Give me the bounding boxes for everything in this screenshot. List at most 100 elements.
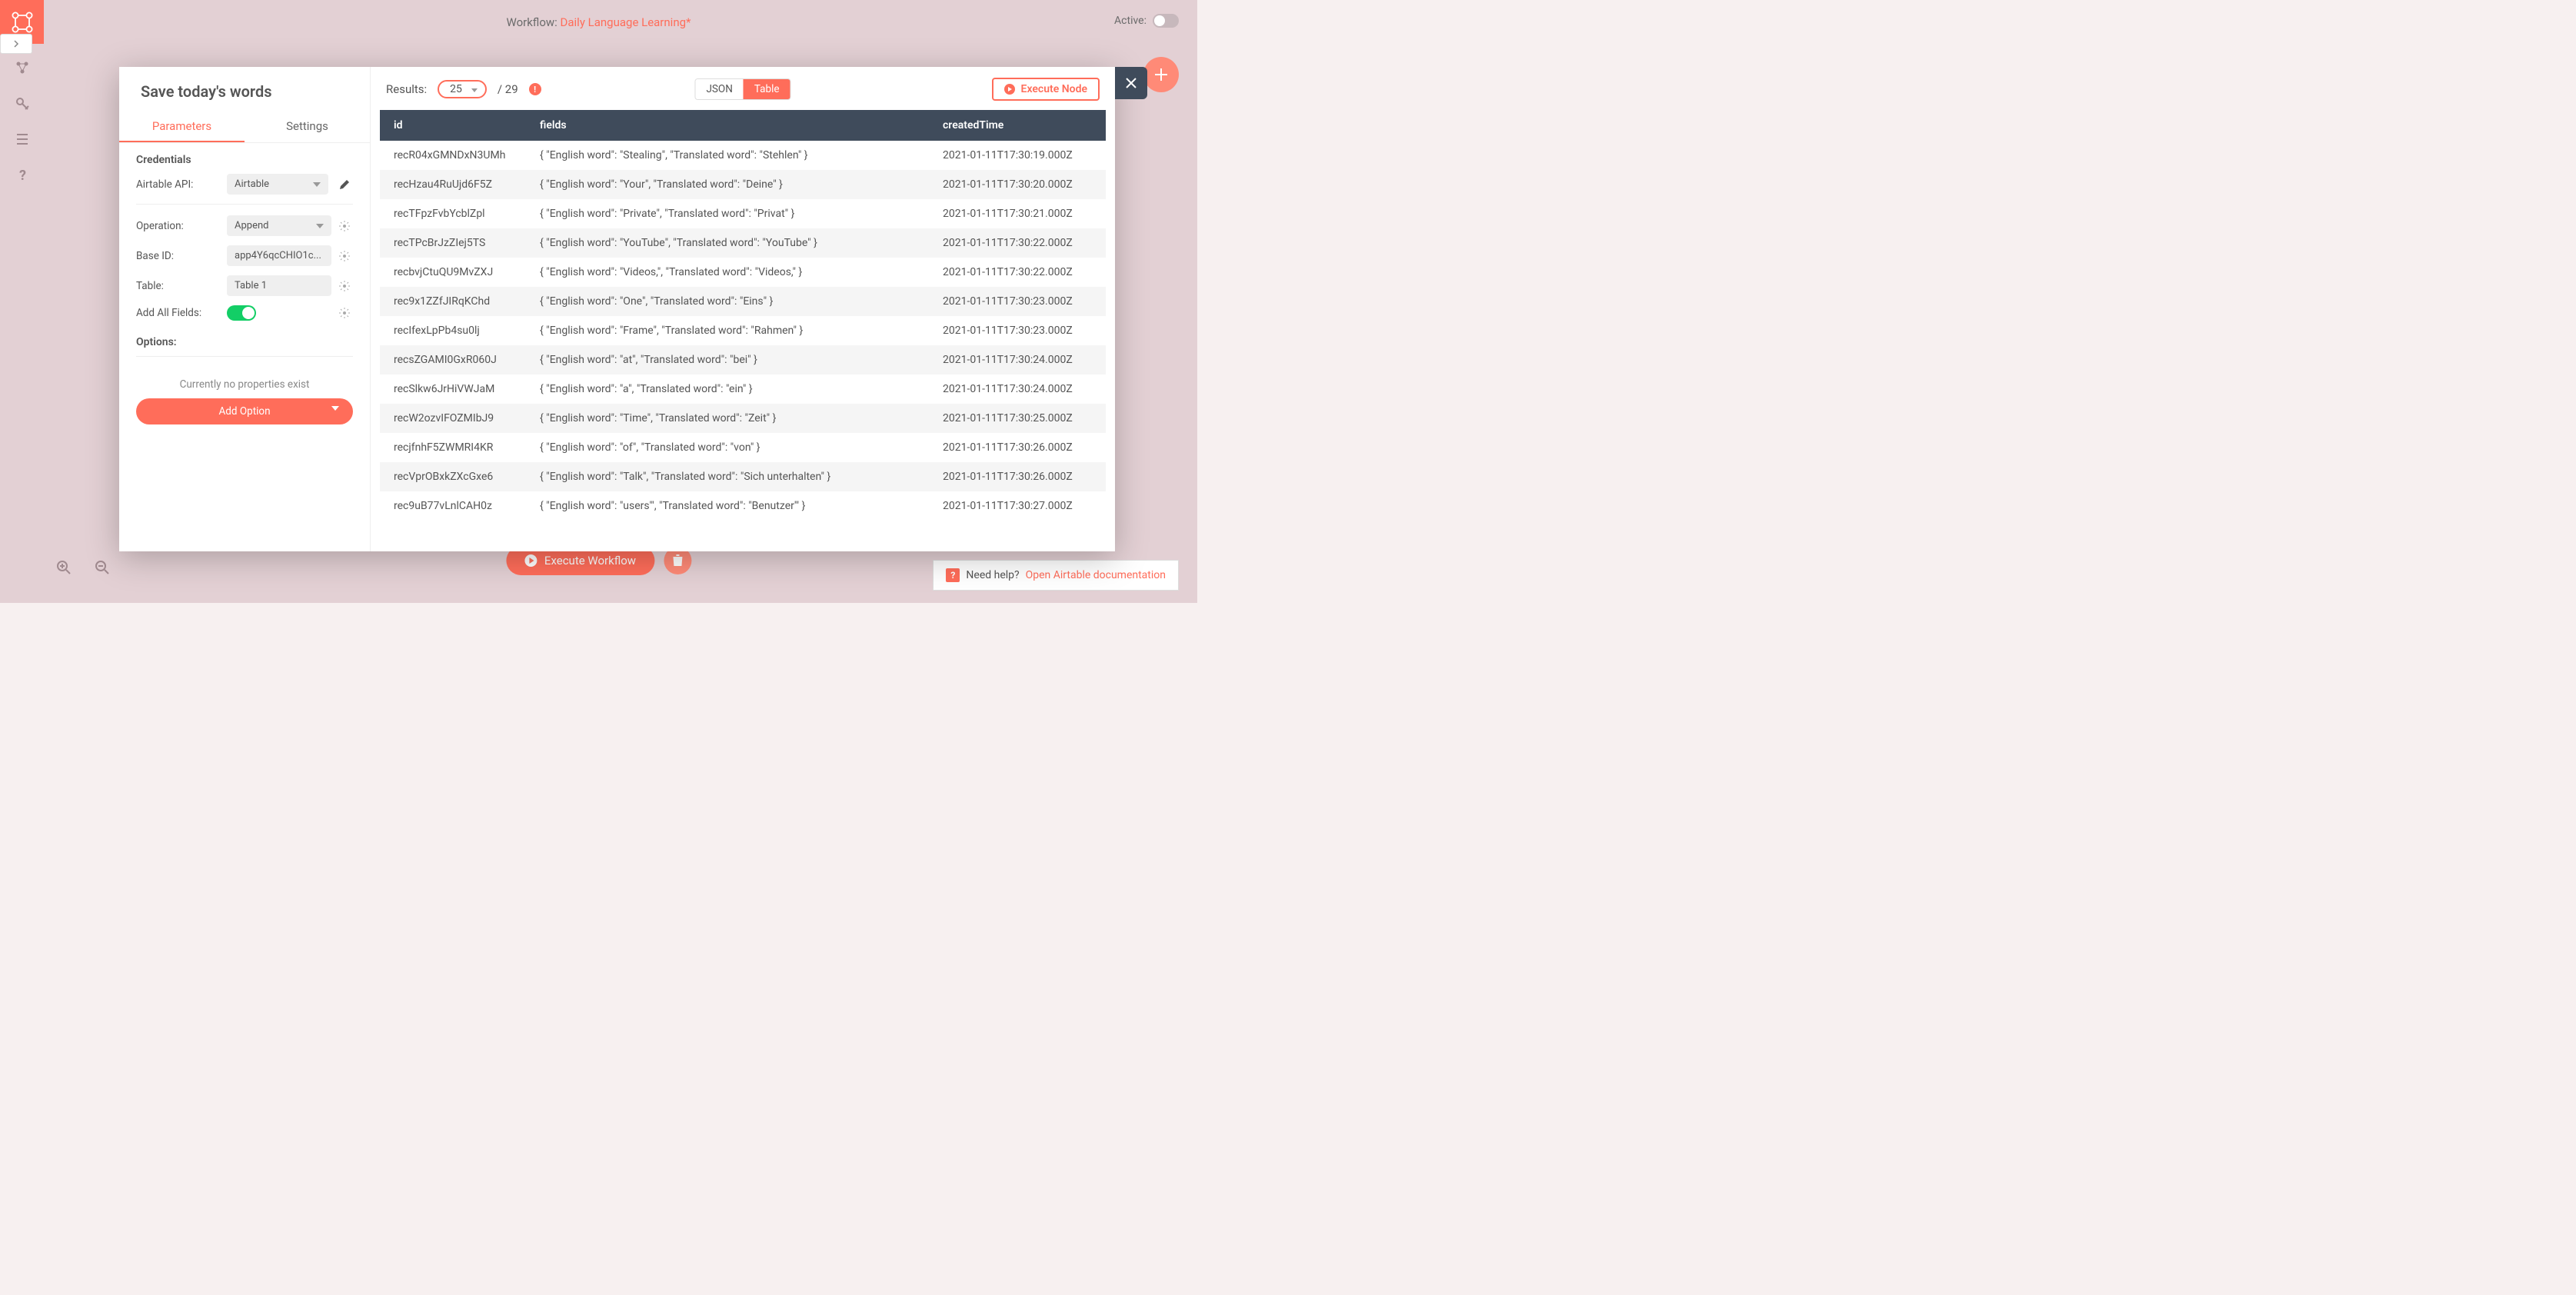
table-row[interactable]: recsZGAMI0GxR060J{ "English word": "at",… bbox=[380, 345, 1106, 375]
cell-fields: { "English word": "Stealing", "Translate… bbox=[526, 141, 929, 170]
col-header-fields: fields bbox=[526, 110, 929, 141]
zoom-out-icon[interactable] bbox=[95, 560, 110, 575]
cell-id: rec9uB77vLnlCAH0z bbox=[380, 491, 526, 521]
cell-created: 2021-01-11T17:30:22.000Z bbox=[929, 258, 1106, 287]
credentials-icon[interactable] bbox=[15, 97, 29, 111]
results-table: id fields createdTime recR04xGMNDxN3UMh{… bbox=[380, 110, 1106, 521]
cell-fields: { "English word": "Videos,", "Translated… bbox=[526, 258, 929, 287]
base-id-gear-icon[interactable] bbox=[339, 251, 353, 261]
executions-icon[interactable] bbox=[15, 132, 29, 146]
base-id-row: Base ID: app4Y6qcCHIO1c... bbox=[136, 245, 353, 266]
results-bar: Results: 25 / 29 ! JSON Table Execute No… bbox=[371, 67, 1115, 110]
help-callout: ? Need help? Open Airtable documentation bbox=[933, 560, 1179, 591]
results-table-wrap[interactable]: id fields createdTime recR04xGMNDxN3UMh{… bbox=[371, 110, 1115, 551]
cell-fields: { "English word": "of", "Translated word… bbox=[526, 433, 929, 462]
operation-label: Operation: bbox=[136, 220, 219, 232]
separator bbox=[136, 204, 353, 205]
cell-id: recTFpzFvbYcblZpl bbox=[380, 199, 526, 228]
table-row[interactable]: recR04xGMNDxN3UMh{ "English word": "Stea… bbox=[380, 141, 1106, 170]
help-text: Need help? bbox=[966, 569, 1019, 581]
results-count-select[interactable]: 25 bbox=[438, 80, 487, 98]
airtable-api-select[interactable]: Airtable bbox=[227, 174, 328, 195]
table-row[interactable]: recjfnhF5ZWMRI4KR{ "English word": "of",… bbox=[380, 433, 1106, 462]
cell-fields: { "English word": "One", "Translated wor… bbox=[526, 287, 929, 316]
separator bbox=[136, 356, 353, 357]
table-value: Table 1 bbox=[235, 280, 267, 291]
table-row[interactable]: recbvjCtuQU9MvZXJ{ "English word": "Vide… bbox=[380, 258, 1106, 287]
table-row[interactable]: rec9uB77vLnlCAH0z{ "English word": "user… bbox=[380, 491, 1106, 521]
table-row[interactable]: recVprOBxkZXcGxe6{ "English word": "Talk… bbox=[380, 462, 1106, 491]
results-label: Results: bbox=[386, 82, 427, 96]
cell-fields: { "English word": "at", "Translated word… bbox=[526, 345, 929, 375]
execute-node-button[interactable]: Execute Node bbox=[992, 78, 1100, 101]
edit-credential-icon[interactable] bbox=[339, 179, 353, 190]
top-bar: Workflow: Daily Language Learning* bbox=[0, 0, 1197, 44]
active-toggle-group: Active: bbox=[1114, 14, 1179, 28]
cell-fields: { "English word": "Frame", "Translated w… bbox=[526, 316, 929, 345]
col-header-created: createdTime bbox=[929, 110, 1106, 141]
cell-created: 2021-01-11T17:30:23.000Z bbox=[929, 287, 1106, 316]
workflow-title: Workflow: Daily Language Learning* bbox=[506, 15, 691, 29]
workflows-icon[interactable] bbox=[15, 60, 30, 75]
help-link[interactable]: Open Airtable documentation bbox=[1026, 569, 1166, 581]
table-row[interactable]: recHzau4RuUjd6F5Z{ "English word": "Your… bbox=[380, 170, 1106, 199]
table-row[interactable]: recTFpzFvbYcblZpl{ "English word": "Priv… bbox=[380, 199, 1106, 228]
credentials-heading: Credentials bbox=[136, 154, 353, 166]
operation-value: Append bbox=[235, 220, 268, 231]
airtable-api-value: Airtable bbox=[235, 178, 269, 190]
base-id-value: app4Y6qcCHIO1c... bbox=[235, 250, 321, 261]
add-option-button[interactable]: Add Option bbox=[136, 398, 353, 424]
cell-created: 2021-01-11T17:30:24.000Z bbox=[929, 375, 1106, 404]
add-all-fields-toggle[interactable] bbox=[227, 305, 256, 321]
add-all-fields-row: Add All Fields: bbox=[136, 305, 353, 321]
table-row[interactable]: recW2ozvIFOZMIbJ9{ "English word": "Time… bbox=[380, 404, 1106, 433]
cell-id: recSlkw6JrHiVWJaM bbox=[380, 375, 526, 404]
workflow-name[interactable]: Daily Language Learning* bbox=[561, 15, 691, 29]
execute-workflow-label: Execute Workflow bbox=[544, 554, 636, 568]
cell-id: recVprOBxkZXcGxe6 bbox=[380, 462, 526, 491]
table-row[interactable]: recIfexLpPb4su0lj{ "English word": "Fram… bbox=[380, 316, 1106, 345]
cell-id: recbvjCtuQU9MvZXJ bbox=[380, 258, 526, 287]
cell-created: 2021-01-11T17:30:26.000Z bbox=[929, 433, 1106, 462]
cell-created: 2021-01-11T17:30:21.000Z bbox=[929, 199, 1106, 228]
add-node-button[interactable] bbox=[1143, 57, 1179, 92]
tab-settings[interactable]: Settings bbox=[245, 112, 370, 142]
cell-fields: { "English word": "Time", "Translated wo… bbox=[526, 404, 929, 433]
operation-gear-icon[interactable] bbox=[339, 221, 353, 231]
add-all-fields-gear-icon[interactable] bbox=[339, 308, 353, 318]
cell-created: 2021-01-11T17:30:22.000Z bbox=[929, 228, 1106, 258]
cell-id: recHzau4RuUjd6F5Z bbox=[380, 170, 526, 199]
help-icon[interactable]: ? bbox=[16, 168, 28, 183]
cell-created: 2021-01-11T17:30:26.000Z bbox=[929, 462, 1106, 491]
sidebar-expand-button[interactable] bbox=[0, 34, 32, 54]
operation-select[interactable]: Append bbox=[227, 215, 331, 236]
table-row[interactable]: recSlkw6JrHiVWJaM{ "English word": "a", … bbox=[380, 375, 1106, 404]
operation-row: Operation: Append bbox=[136, 215, 353, 236]
cell-fields: { "English word": "Talk", "Translated wo… bbox=[526, 462, 929, 491]
warning-icon[interactable]: ! bbox=[529, 83, 541, 95]
table-label: Table: bbox=[136, 280, 219, 292]
col-header-id: id bbox=[380, 110, 526, 141]
view-json-tab[interactable]: JSON bbox=[695, 79, 743, 99]
cell-created: 2021-01-11T17:30:25.000Z bbox=[929, 404, 1106, 433]
table-input[interactable]: Table 1 bbox=[227, 275, 331, 296]
tab-parameters[interactable]: Parameters bbox=[119, 112, 245, 142]
close-button[interactable] bbox=[1115, 67, 1147, 99]
view-table-tab[interactable]: Table bbox=[744, 79, 790, 99]
zoom-in-icon[interactable] bbox=[56, 560, 72, 575]
active-label: Active: bbox=[1114, 15, 1147, 27]
table-row[interactable]: rec9x1ZZfJIRqKChd{ "English word": "One"… bbox=[380, 287, 1106, 316]
svg-text:?: ? bbox=[19, 168, 26, 183]
active-toggle[interactable] bbox=[1153, 14, 1179, 28]
execute-node-label: Execute Node bbox=[1021, 83, 1087, 95]
table-row[interactable]: recTPcBrJzZIej5TS{ "English word": "YouT… bbox=[380, 228, 1106, 258]
cell-fields: { "English word": "YouTube", "Translated… bbox=[526, 228, 929, 258]
no-properties-text: Currently no properties exist bbox=[136, 368, 353, 398]
cell-id: recTPcBrJzZIej5TS bbox=[380, 228, 526, 258]
base-id-input[interactable]: app4Y6qcCHIO1c... bbox=[227, 245, 331, 266]
airtable-api-label: Airtable API: bbox=[136, 178, 219, 191]
table-gear-icon[interactable] bbox=[339, 281, 353, 291]
cell-created: 2021-01-11T17:30:24.000Z bbox=[929, 345, 1106, 375]
question-icon: ? bbox=[946, 568, 960, 582]
panel-tabs: Parameters Settings bbox=[119, 112, 370, 143]
